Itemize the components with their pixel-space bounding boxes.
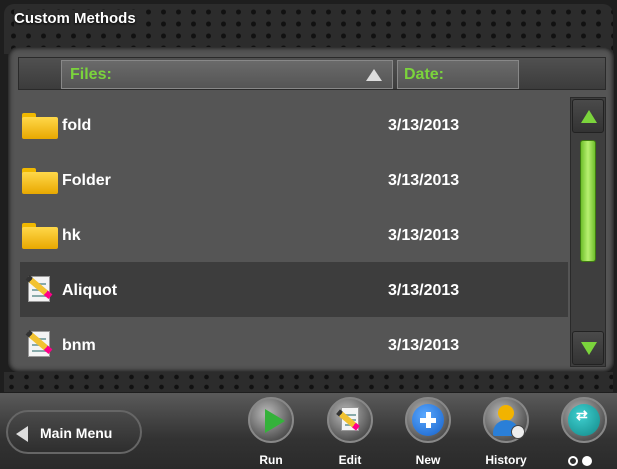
file-list: fold 3/13/2013 Folder 3/13/2013 hk 3/13/… [20, 97, 568, 372]
document-pencil-icon [22, 330, 60, 359]
list-item[interactable]: bnm 3/13/2013 [20, 317, 568, 372]
history-icon [485, 399, 527, 441]
run-label: Run [259, 453, 283, 467]
list-header: Files: Date: [18, 57, 606, 90]
scroll-up-button[interactable] [572, 99, 604, 133]
item-date: 3/13/2013 [388, 117, 460, 134]
list-item[interactable]: Folder 3/13/2013 [20, 152, 568, 207]
custom-methods-screen: Custom Methods Files: Date: fold 3/13/20… [0, 0, 617, 469]
date-column-header[interactable]: Date: [397, 60, 519, 89]
list-item[interactable]: hk 3/13/2013 [20, 207, 568, 262]
new-button[interactable]: New [398, 397, 458, 469]
new-label: New [415, 453, 441, 467]
edit-button[interactable]: Edit [320, 397, 380, 469]
run-button[interactable]: Run [241, 397, 301, 469]
item-name: fold [62, 117, 92, 134]
item-name: hk [62, 227, 81, 244]
item-name: Folder [62, 172, 111, 189]
bottom-toolbar: Main Menu Run Edit New History ⇄ [0, 393, 617, 469]
folder-icon [22, 111, 60, 139]
history-button[interactable]: History [476, 397, 536, 469]
item-date: 3/13/2013 [388, 227, 460, 244]
folder-icon [22, 221, 60, 249]
page-title: Custom Methods [14, 10, 142, 27]
back-arrow-icon [16, 426, 28, 442]
history-label: History [485, 453, 527, 467]
list-item[interactable]: fold 3/13/2013 [20, 97, 568, 152]
scrollbar[interactable] [570, 97, 606, 367]
scroll-down-button[interactable] [572, 331, 604, 365]
scroll-down-icon [581, 342, 597, 355]
page-indicator [568, 453, 596, 469]
folder-icon [22, 166, 60, 194]
play-icon [265, 409, 285, 433]
plus-icon [412, 404, 444, 436]
files-column-label: Files: [70, 66, 112, 83]
list-item-selected[interactable]: Aliquot 3/13/2013 [20, 262, 568, 317]
document-pencil-icon [22, 275, 60, 304]
divider-band [4, 372, 613, 392]
item-date: 3/13/2013 [388, 172, 460, 189]
page-dot-2-active [582, 456, 592, 466]
file-list-panel: Files: Date: fold 3/13/2013 Folder 3/13/ [8, 47, 614, 372]
scroll-thumb[interactable] [580, 140, 596, 262]
item-name: Aliquot [62, 282, 118, 299]
edit-icon [335, 405, 367, 437]
files-column-header[interactable]: Files: [61, 60, 393, 89]
swap-icon: ⇄ [568, 404, 600, 436]
page-dot-1 [568, 456, 578, 466]
date-column-label: Date: [404, 66, 445, 83]
scroll-up-icon [581, 110, 597, 123]
item-date: 3/13/2013 [388, 337, 460, 354]
main-menu-button[interactable]: Main Menu [6, 410, 142, 454]
item-name: bnm [62, 337, 96, 354]
edit-label: Edit [338, 453, 362, 467]
main-menu-label: Main Menu [40, 425, 113, 441]
item-date: 3/13/2013 [388, 282, 460, 299]
sort-up-icon [366, 69, 382, 81]
